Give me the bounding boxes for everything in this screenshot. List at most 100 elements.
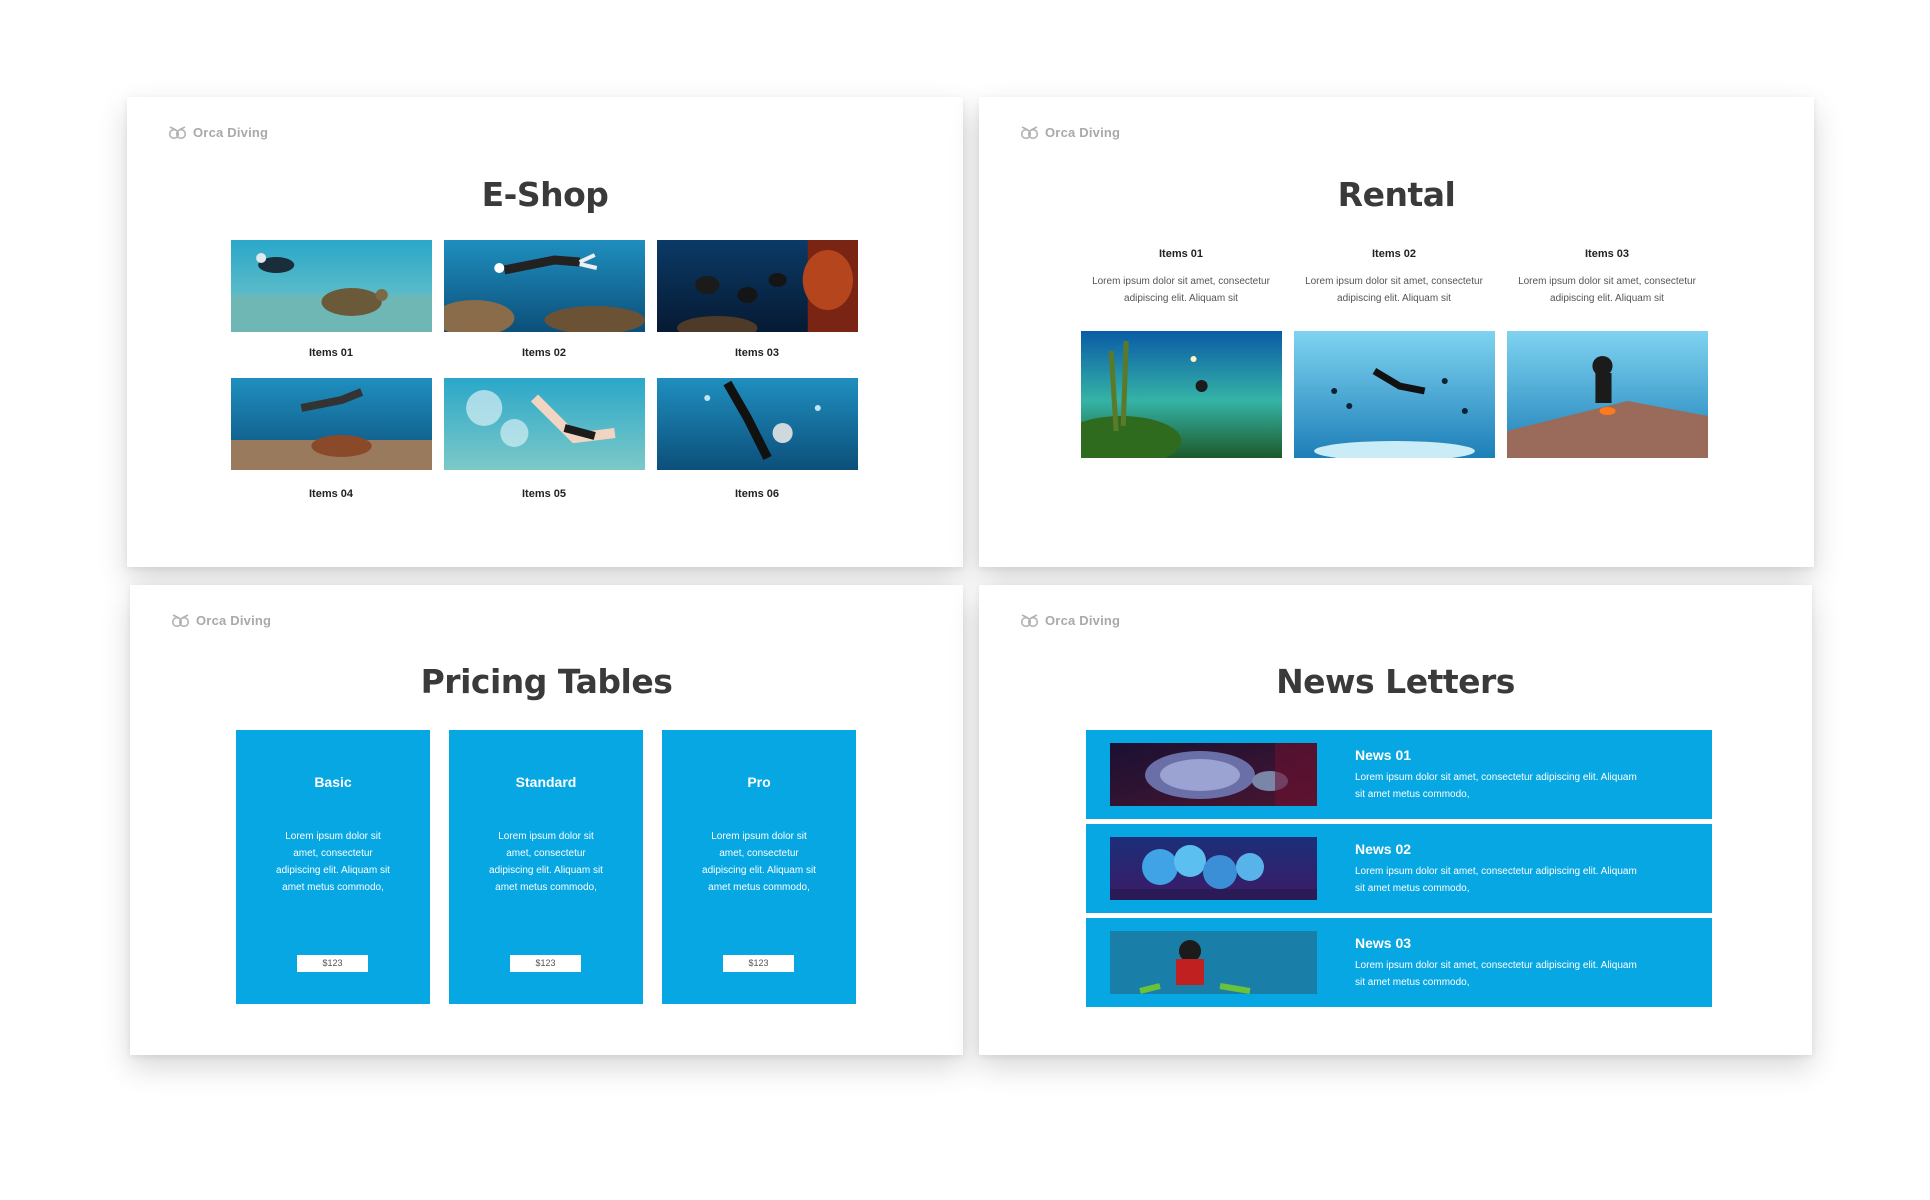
eshop-slide: Orca Diving E-Shop Items 01 Items 02 Ite…	[127, 97, 963, 567]
brand-logo: Orca Diving	[168, 124, 268, 141]
blue-coral-icon	[1110, 837, 1317, 900]
news-title: News Letters	[1276, 662, 1515, 701]
pricing-slide: Orca Diving Pricing Tables Basic Lorem i…	[130, 585, 963, 1055]
plan-name: Standard	[515, 774, 577, 790]
snorkeler-with-turtle-icon	[231, 378, 432, 470]
news-item-title: News 03	[1355, 935, 1412, 951]
plan-price-button[interactable]: $123	[723, 955, 794, 972]
rental-title: Rental	[1337, 175, 1456, 214]
news-item-desc-line: sit amet metus commodo,	[1355, 883, 1470, 894]
plan-description: Lorem ipsum dolor sit amet, consectetur …	[697, 828, 821, 896]
orca-logo-icon	[1020, 614, 1039, 628]
rental-item-desc-line: Lorem ipsum dolor sit amet, consectetur	[1305, 276, 1483, 287]
news-item-image	[1110, 837, 1317, 900]
rental-item-image-1[interactable]	[1081, 331, 1282, 458]
news-item-desc-line: sit amet metus commodo,	[1355, 977, 1470, 988]
brand-logo: Orca Diving	[1020, 124, 1120, 141]
plan-description-line: amet, consectetur	[293, 848, 373, 859]
plan-description-line: Lorem ipsum dolor sit	[711, 831, 807, 842]
plan-description: Lorem ipsum dolor sit amet, consectetur …	[271, 828, 395, 896]
brand-name: Orca Diving	[1045, 125, 1121, 140]
rental-item-label-2: Items 02	[1371, 248, 1417, 260]
eshop-title: E-Shop	[481, 175, 609, 214]
news-item-1[interactable]: News 01 Lorem ipsum dolor sit amet, cons…	[1086, 730, 1712, 819]
plan-description-line: adipiscing elit. Aliquam sit	[276, 865, 390, 876]
brand-name: Orca Diving	[193, 125, 269, 140]
diver-in-bubbles-icon	[444, 378, 645, 470]
rental-item-desc-line: Lorem ipsum dolor sit amet, consectetur	[1092, 276, 1270, 287]
news-item-title: News 02	[1355, 841, 1412, 857]
orca-logo-icon	[168, 126, 187, 140]
eshop-item-image-2[interactable]	[444, 240, 645, 332]
eshop-item-label-3: Items 03	[734, 347, 780, 359]
plan-description-line: amet, consectetur	[506, 848, 586, 859]
sea-turtle-closeup-icon	[1110, 743, 1317, 806]
rental-item-desc-3: Lorem ipsum dolor sit amet, consectetur …	[1507, 273, 1707, 307]
brand-name: Orca Diving	[196, 613, 272, 628]
rental-item-desc-line: Lorem ipsum dolor sit amet, consectetur	[1518, 276, 1696, 287]
pricing-card-basic: Basic Lorem ipsum dolor sit amet, consec…	[236, 730, 430, 1004]
news-item-image	[1110, 743, 1317, 806]
pricing-card-pro: Pro Lorem ipsum dolor sit amet, consecte…	[662, 730, 856, 1004]
eshop-item-label-2: Items 02	[521, 347, 567, 359]
plan-description-line: adipiscing elit. Aliquam sit	[489, 865, 603, 876]
plan-description: Lorem ipsum dolor sit amet, consectetur …	[484, 828, 608, 896]
news-item-desc-line: Lorem ipsum dolor sit amet, consectetur …	[1355, 866, 1637, 877]
brand-logo: Orca Diving	[171, 612, 271, 629]
diver-over-coral-and-turtle-icon	[444, 240, 645, 332]
divers-by-coral-reef-icon	[657, 240, 858, 332]
plan-price-button[interactable]: $123	[297, 955, 368, 972]
rental-item-image-2[interactable]	[1294, 331, 1495, 458]
diver-with-clownfish-icon	[1507, 331, 1708, 458]
brand-logo: Orca Diving	[1020, 612, 1120, 629]
diver-with-torch-over-reef-icon	[1081, 331, 1282, 458]
plan-price-button[interactable]: $123	[510, 955, 581, 972]
eshop-item-label-6: Items 06	[734, 488, 780, 500]
plan-name: Basic	[314, 774, 352, 790]
eshop-item-label-1: Items 01	[308, 347, 354, 359]
eshop-item-image-6[interactable]	[657, 378, 858, 470]
rental-item-desc-line: adipiscing elit. Aliquam sit	[1124, 293, 1238, 304]
news-item-desc-line: sit amet metus commodo,	[1355, 789, 1470, 800]
plan-description-line: amet metus commodo,	[282, 882, 384, 893]
plan-description-line: Lorem ipsum dolor sit	[285, 831, 381, 842]
news-slide: Orca Diving News Letters News 01 Lorem i…	[979, 585, 1812, 1055]
eshop-item-image-3[interactable]	[657, 240, 858, 332]
rental-item-label-3: Items 03	[1584, 248, 1630, 260]
news-item-desc: Lorem ipsum dolor sit amet, consectetur …	[1355, 957, 1655, 991]
rental-item-image-3[interactable]	[1507, 331, 1708, 458]
rental-item-desc-2: Lorem ipsum dolor sit amet, consectetur …	[1294, 273, 1494, 307]
eshop-item-image-4[interactable]	[231, 378, 432, 470]
plan-description-line: amet, consectetur	[719, 848, 799, 859]
diver-with-sea-turtle-icon	[231, 240, 432, 332]
rental-item-label-1: Items 01	[1158, 248, 1204, 260]
pricing-title: Pricing Tables	[420, 662, 673, 701]
news-item-desc: Lorem ipsum dolor sit amet, consectetur …	[1355, 769, 1655, 803]
freediver-descending-icon	[657, 378, 858, 470]
orca-logo-icon	[171, 614, 190, 628]
news-item-desc-line: Lorem ipsum dolor sit amet, consectetur …	[1355, 960, 1637, 971]
brand-name: Orca Diving	[1045, 613, 1121, 628]
plan-description-line: amet metus commodo,	[708, 882, 810, 893]
news-item-image	[1110, 931, 1317, 994]
eshop-item-label-4: Items 04	[308, 488, 354, 500]
rental-slide: Orca Diving Rental Items 01 Items 02 Ite…	[979, 97, 1814, 567]
orca-logo-icon	[1020, 126, 1039, 140]
eshop-item-label-5: Items 05	[521, 488, 567, 500]
plan-description-line: Lorem ipsum dolor sit	[498, 831, 594, 842]
news-item-title: News 01	[1355, 747, 1412, 763]
diver-with-fins-icon	[1110, 931, 1317, 994]
eshop-item-image-1[interactable]	[231, 240, 432, 332]
rental-item-desc-line: adipiscing elit. Aliquam sit	[1550, 293, 1664, 304]
news-item-3[interactable]: News 03 Lorem ipsum dolor sit amet, cons…	[1086, 918, 1712, 1007]
plan-description-line: adipiscing elit. Aliquam sit	[702, 865, 816, 876]
plan-description-line: amet metus commodo,	[495, 882, 597, 893]
news-item-desc-line: Lorem ipsum dolor sit amet, consectetur …	[1355, 772, 1637, 783]
eshop-item-image-5[interactable]	[444, 378, 645, 470]
diver-among-fish-icon	[1294, 331, 1495, 458]
rental-item-desc-1: Lorem ipsum dolor sit amet, consectetur …	[1081, 273, 1281, 307]
news-item-2[interactable]: News 02 Lorem ipsum dolor sit amet, cons…	[1086, 824, 1712, 913]
news-item-desc: Lorem ipsum dolor sit amet, consectetur …	[1355, 863, 1655, 897]
rental-item-desc-line: adipiscing elit. Aliquam sit	[1337, 293, 1451, 304]
pricing-card-standard: Standard Lorem ipsum dolor sit amet, con…	[449, 730, 643, 1004]
